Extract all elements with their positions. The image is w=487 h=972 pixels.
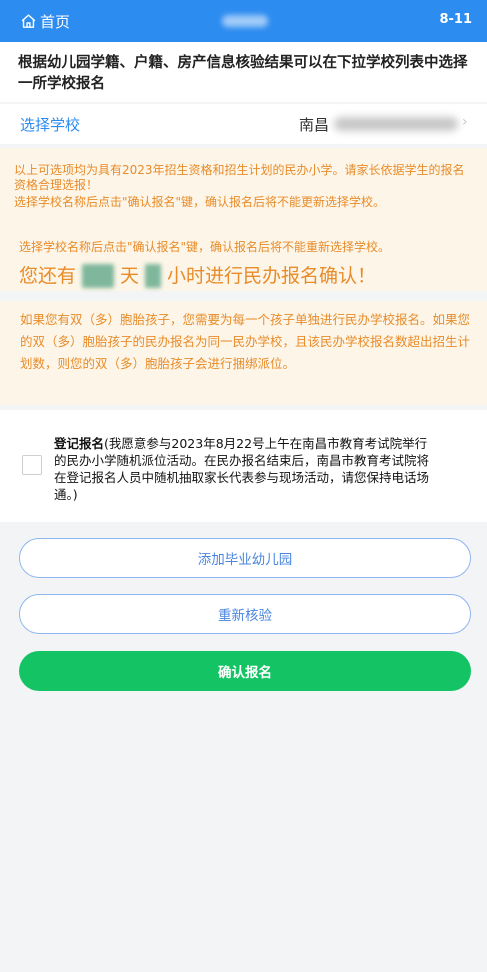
school-select-value: 南昌 bbox=[299, 116, 330, 134]
add-kindergarten-button[interactable]: 添加毕业幼儿园 bbox=[19, 538, 471, 578]
confirm-registration-button[interactable]: 确认报名 bbox=[19, 651, 471, 691]
chevron-right-icon: › bbox=[462, 114, 468, 130]
countdown: 您还有 天 小时进行民办报名确认！ bbox=[19, 264, 376, 288]
page-title-redacted bbox=[222, 15, 268, 27]
school-select-label: 选择学校 bbox=[20, 116, 81, 134]
registration-text: 登记报名(我愿意参与2023年8月22号上午在南昌市教育考试院举行的民办小学随机… bbox=[54, 435, 436, 503]
eligibility-notice: 根据幼儿园学籍、户籍、房产信息核验结果可以在下拉学校列表中选择一所学校报名 bbox=[0, 42, 487, 102]
countdown-days-redacted bbox=[82, 264, 115, 288]
warning-line-2: 选择学校名称后点击"确认报名"键，确认报名后将不能更新选择学校。 bbox=[14, 195, 386, 209]
countdown-hours-redacted bbox=[145, 264, 162, 288]
school-select[interactable]: 选择学校 南昌 › bbox=[0, 104, 487, 144]
registration-description: (我愿意参与2023年8月22号上午在南昌市教育考试院举行的民办小学随机派位活动… bbox=[54, 436, 430, 502]
home-label: 首页 bbox=[40, 13, 71, 31]
recheck-button[interactable]: 重新核验 bbox=[19, 594, 471, 634]
registration-title: 登记报名 bbox=[54, 436, 105, 451]
empty-area bbox=[0, 700, 487, 972]
registration-checkbox[interactable] bbox=[22, 455, 42, 475]
countdown-suffix: 小时进行民办报名确认！ bbox=[167, 265, 377, 287]
school-name-redacted bbox=[334, 117, 458, 131]
countdown-prefix: 您还有 bbox=[19, 265, 77, 287]
countdown-day-unit: 天 bbox=[120, 265, 140, 287]
date-label: 8-11 bbox=[439, 12, 472, 27]
warning-line-1: 以上可选项均为具有2023年招生资格和招生计划的民办小学。请家长依据学生的报名资… bbox=[14, 163, 465, 192]
home-icon bbox=[21, 14, 36, 28]
home-link[interactable]: 首页 bbox=[20, 11, 70, 32]
twins-notice: 如果您有双（多）胞胎孩子，您需要为每一个孩子单独进行民办学校报名。如果您的双（多… bbox=[0, 301, 487, 405]
top-bar: 首页 8-11 bbox=[0, 0, 487, 42]
warning-line-3: 选择学校名称后点击"确认报名"键，确认报名后将不能重新选择学校。 bbox=[19, 240, 391, 254]
